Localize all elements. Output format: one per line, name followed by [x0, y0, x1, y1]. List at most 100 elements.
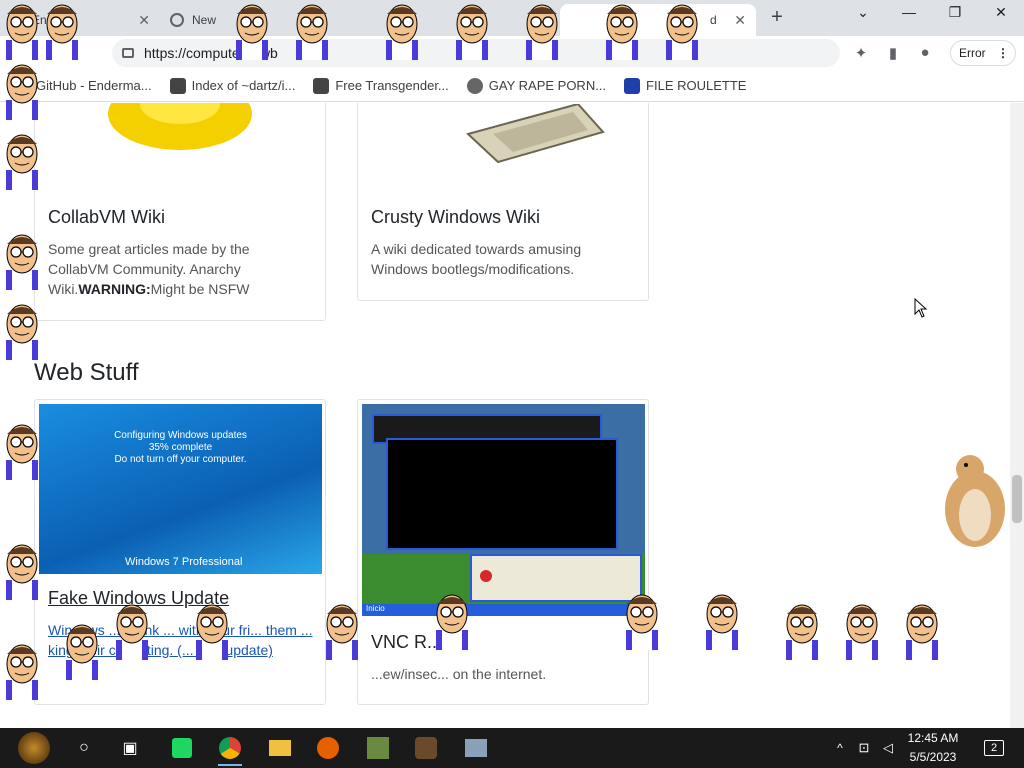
error-icon	[480, 570, 492, 582]
warning-label: WARNING:	[78, 281, 151, 297]
spotify-icon[interactable]	[168, 734, 196, 762]
app-icon[interactable]	[412, 734, 440, 762]
cartoon-character-image	[296, 4, 328, 60]
cartoon-character-image	[6, 544, 38, 600]
notification-count: 2	[984, 740, 1004, 756]
tab-label: New	[192, 13, 217, 27]
app-icon[interactable]	[364, 734, 392, 762]
cartoon-character-image	[846, 604, 878, 660]
bookmark-label: Index of ~dartz/i...	[191, 78, 296, 93]
bookmark-label: GitHub - Enderma...	[36, 78, 152, 93]
firefox-icon[interactable]	[314, 734, 342, 762]
file-explorer-icon[interactable]	[266, 734, 294, 762]
card-text: A wiki dedicated towards amusing Windows…	[371, 241, 582, 277]
task-view-icon[interactable]: ▣	[116, 734, 144, 762]
search-icon[interactable]: ○	[70, 734, 98, 762]
card-text: Some great articles made by the CollabVM…	[48, 239, 278, 299]
cartoon-character-image	[6, 134, 38, 190]
cartoon-character-image	[6, 234, 38, 290]
tab-active[interactable]: d ✕	[560, 4, 756, 36]
windows-taskbar: ○ ▣ ^ ⊡ ◁ 12:45 AM 5/5/2023 2	[0, 728, 1024, 768]
minimize-button[interactable]: —	[894, 4, 924, 20]
side-panel-icon[interactable]: ▮	[884, 44, 902, 62]
error-dialog	[470, 554, 642, 602]
card-crusty-windows-wiki: Crusty Windows Wiki A wiki dedicated tow…	[357, 103, 649, 301]
cartoon-character-image	[906, 604, 938, 660]
scrollbar-thumb[interactable]	[1012, 475, 1022, 523]
cartoon-character-image	[6, 304, 38, 360]
tab-strip: Ender ✕ New d ✕ + ⌄ — ❐ ✕	[0, 0, 1024, 36]
extensions-puzzle-icon[interactable]: ✦	[852, 44, 870, 62]
card-collabvm-wiki: CollabVM Wiki Some great articles made b…	[34, 103, 326, 321]
cartoon-character-image	[626, 594, 658, 650]
volume-muted-icon[interactable]: ◁	[874, 734, 902, 762]
cartoon-character-image	[606, 4, 638, 60]
shot-line: 35% complete	[148, 442, 213, 453]
sunflower-image	[108, 103, 252, 150]
cartoon-character-image	[326, 604, 358, 660]
profile-avatar-icon[interactable]: ●	[916, 44, 934, 62]
tab-close-icon[interactable]: ✕	[734, 12, 746, 29]
cartoon-character-image	[66, 624, 98, 680]
windows-brand-text: Windows 7 Professional	[125, 556, 243, 568]
bookmark-label: GAY RAPE PORN...	[488, 78, 607, 93]
shot-line: Do not turn off your computer.	[114, 454, 247, 465]
clock-time[interactable]: 12:45 AM	[900, 731, 966, 745]
windows-update-screenshot[interactable]: Configuring Windows updates 35% complete…	[39, 404, 322, 574]
mouse-cursor-icon	[914, 298, 928, 318]
cartoon-character-image	[236, 4, 268, 60]
chrome-icon[interactable]	[216, 734, 244, 766]
bookmarks-bar: GitHub - Enderma... Index of ~dartz/i...…	[0, 70, 1024, 102]
bookmark-label: Free Transgender...	[335, 78, 449, 93]
tab-close-icon[interactable]: ✕	[138, 12, 150, 29]
cartoon-character-image	[6, 424, 38, 480]
bookmark-file-roulette[interactable]: FILE ROULETTE	[624, 77, 747, 94]
cartoon-character-image	[6, 4, 38, 60]
cartoon-character-image	[116, 604, 148, 660]
cartoon-character-image	[386, 4, 418, 60]
xp-taskbar: Inicio	[362, 604, 645, 616]
cartoon-character-image	[6, 644, 38, 700]
menu-dots-icon[interactable]: ⋮	[997, 46, 1009, 60]
bookmark-free[interactable]: Free Transgender...	[313, 77, 449, 94]
cartoon-character-image	[526, 4, 558, 60]
error-label: Error	[959, 46, 986, 60]
console-window	[386, 438, 618, 550]
card-title[interactable]: CollabVM Wiki	[48, 207, 165, 228]
globe-icon	[466, 77, 483, 94]
new-tab-button[interactable]: +	[766, 6, 788, 29]
card-text-part: Might be NSFW	[150, 281, 250, 297]
bookmark-label: FILE ROULETTE	[646, 78, 747, 93]
vnc-screenshot[interactable]: Inicio	[362, 404, 645, 616]
section-title: Web Stuff	[34, 359, 139, 386]
cartoon-character-image	[46, 4, 78, 60]
keyboard-image	[466, 104, 605, 164]
bookmark-favicon-icon	[169, 77, 186, 94]
cartoon-character-image	[456, 4, 488, 60]
card-title[interactable]: Crusty Windows Wiki	[371, 207, 540, 228]
app-icon[interactable]	[462, 734, 490, 762]
notifications-button[interactable]: 2	[980, 734, 1008, 762]
cartoon-character-image	[196, 604, 228, 660]
bookmark-github[interactable]: GitHub - Enderma...	[36, 78, 152, 93]
close-window-button[interactable]: ✕	[986, 4, 1016, 21]
bookmark-index[interactable]: Index of ~dartz/i...	[169, 77, 296, 94]
lock-icon	[122, 48, 134, 58]
maximize-button[interactable]: ❐	[940, 4, 970, 21]
cartoon-character-image	[436, 594, 468, 650]
tab-label: d	[710, 13, 717, 27]
cartoon-character-image	[786, 604, 818, 660]
cartoon-character-image	[706, 594, 738, 650]
cartoon-character-image	[6, 64, 38, 120]
bookmark-gay[interactable]: GAY RAPE PORN...	[466, 77, 607, 94]
vertical-scrollbar[interactable]	[1010, 103, 1024, 728]
start-label: Inicio	[366, 604, 385, 613]
hamster-image	[945, 455, 1005, 547]
tab-search-chevron-icon[interactable]: ⌄	[848, 4, 878, 21]
error-button[interactable]: Error ⋮	[950, 40, 1016, 66]
clock-date[interactable]: 5/5/2023	[900, 750, 966, 764]
chrome-favicon-icon	[170, 13, 184, 27]
shot-line: Configuring Windows updates	[114, 430, 247, 441]
start-button[interactable]	[18, 732, 50, 764]
card-vnc-roulette: Inicio VNC R... ...ew/insec... on the in…	[357, 399, 649, 705]
